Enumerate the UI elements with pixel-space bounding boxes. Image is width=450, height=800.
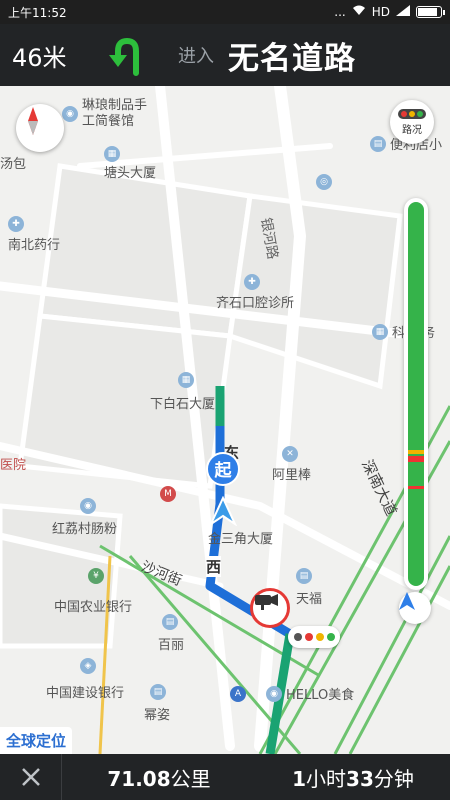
speed-camera-marker[interactable] — [250, 588, 290, 628]
poi-linlang-restaurant[interactable]: ◉ 琳琅制品手 工简餐馆 — [62, 98, 147, 130]
navigation-guidance-panel: 46米 进入 无名道路 — [0, 24, 450, 86]
poi-dental-label: 齐石口腔诊所 — [216, 296, 295, 311]
remaining-distance: 71.08公里 — [62, 763, 256, 792]
restaurant-icon: ✕ — [282, 446, 298, 462]
hours-unit: 小时 — [306, 766, 347, 791]
slow-segment — [408, 450, 424, 454]
camera-icon — [255, 594, 278, 610]
building-icon: ▦ — [372, 323, 388, 340]
battery-icon — [416, 6, 445, 18]
current-location-button[interactable] — [399, 592, 431, 624]
traffic-label: 路况 — [402, 124, 422, 136]
poi-tianfu-label: 天福 — [296, 592, 323, 607]
vehicle-position-icon — [208, 496, 238, 526]
map-view[interactable]: ◉ 琳琅制品手 工简餐馆 ▦ 塘头大厦 汤包 ✚ 南北药行 ✚ 齐石口腔诊所 ▦ … — [0, 86, 450, 754]
building-icon: ▦ — [178, 372, 194, 388]
close-icon — [21, 768, 40, 786]
u-turn-left-icon — [106, 33, 150, 77]
poi-tianfu[interactable]: ▤ — [296, 568, 312, 584]
remaining-distance-unit: 公里 — [170, 766, 211, 791]
exit-navigation-button[interactable] — [0, 754, 62, 800]
notification-dots: ... — [334, 5, 346, 19]
poi-alibang[interactable]: ✕ — [282, 446, 298, 462]
map-roads — [0, 86, 450, 754]
traffic-light-marker[interactable] — [288, 626, 340, 648]
signal-icon — [396, 5, 410, 19]
pharmacy-icon: ✚ — [8, 216, 24, 232]
poi-ccb[interactable]: ◈ — [80, 658, 96, 674]
metro-icon: M — [160, 486, 176, 502]
shop-icon: ▤ — [296, 568, 312, 584]
poi-baili[interactable]: ▤ — [162, 614, 178, 630]
remaining-time: 1小时33分钟 — [256, 763, 450, 792]
bank-icon: ◈ — [80, 658, 96, 674]
navigation-arrow-icon — [399, 592, 415, 610]
poi-tangtou-label: 塘头大厦 — [104, 166, 157, 181]
compass-icon — [28, 107, 38, 135]
hours-value: 1 — [292, 766, 307, 791]
poi-ccb-label: 中国建设银行 — [46, 686, 125, 701]
traffic-track — [408, 202, 424, 586]
poi-soup-bun[interactable]: 汤包 — [0, 153, 26, 172]
status-time: 上午11:52 — [8, 5, 67, 20]
next-road-name: 无名道路 — [228, 40, 356, 77]
poi-dental-clinic[interactable]: ✚ — [244, 274, 260, 290]
compass-button[interactable] — [16, 104, 64, 152]
a-marker-icon: A — [230, 686, 246, 702]
poi-hospital[interactable]: 医院 — [0, 454, 26, 473]
poi-mizi[interactable]: ▤ — [150, 684, 166, 700]
poi-xiabaishi-building[interactable]: ▦ — [178, 372, 194, 388]
wifi-icon — [352, 5, 366, 19]
poi-a-marker[interactable]: A — [230, 686, 246, 702]
status-bar: 上午11:52 ... HD — [0, 0, 450, 24]
start-point-marker[interactable]: 起 — [206, 452, 240, 486]
shop-icon: ▤ — [162, 614, 178, 630]
poi-china-mobile[interactable]: ◎ — [316, 174, 332, 190]
status-icons: ... HD — [334, 5, 445, 19]
shop-icon: ▤ — [150, 684, 166, 700]
congestion-segment — [408, 486, 424, 489]
poi-abc-label: 中国农业银行 — [54, 600, 133, 615]
navigation-summary-bar: 71.08公里 1小时33分钟 — [0, 754, 450, 800]
poi-mizi-label: 幂姿 — [144, 708, 171, 723]
bank-icon: ¥ — [88, 568, 104, 584]
poi-baili-label: 百丽 — [158, 638, 185, 653]
restaurant-icon: ◉ — [266, 685, 282, 702]
shop-icon: ▤ — [370, 135, 386, 152]
restaurant-icon: ◉ — [62, 106, 78, 122]
poi-jinsanjiao-label: 金三角大厦 — [208, 532, 274, 547]
poi-honglicun-label: 红荔村肠粉 — [52, 522, 118, 537]
poi-xiabaishi-label: 下白石大厦 — [150, 397, 216, 412]
china-mobile-icon: ◎ — [316, 174, 332, 190]
enter-label: 进入 — [178, 46, 214, 67]
network-label: HD — [371, 5, 390, 19]
road-label-west: 西 — [206, 556, 222, 577]
poi-nanbei-pharmacy[interactable]: ✚ — [8, 216, 24, 232]
poi-hello-food[interactable]: ◉ HELLO美食 — [266, 684, 354, 703]
poi-tangtou-building[interactable]: ▦ — [104, 146, 120, 162]
gps-positioning-label: 全球定位 — [0, 727, 73, 754]
minutes-unit: 分钟 — [373, 766, 414, 791]
traffic-light-icon — [398, 108, 426, 119]
poi-alibang-label: 阿里棒 — [272, 468, 312, 483]
restaurant-icon: ◉ — [80, 498, 96, 514]
poi-nanbei-label: 南北药行 — [8, 238, 61, 253]
minutes-value: 33 — [346, 766, 374, 791]
distance-to-turn: 46米 — [12, 43, 67, 72]
clinic-icon: ✚ — [244, 274, 260, 290]
building-icon: ▦ — [104, 146, 120, 162]
poi-abc-bank[interactable]: ¥ — [88, 568, 104, 584]
poi-honglicun[interactable]: ◉ — [80, 498, 96, 514]
route-traffic-bar — [404, 198, 428, 590]
congestion-segment — [408, 456, 424, 462]
traffic-toggle-button[interactable]: 路况 — [390, 100, 434, 144]
remaining-distance-value: 71.08 — [107, 766, 171, 791]
poi-metro[interactable]: M — [160, 486, 176, 502]
